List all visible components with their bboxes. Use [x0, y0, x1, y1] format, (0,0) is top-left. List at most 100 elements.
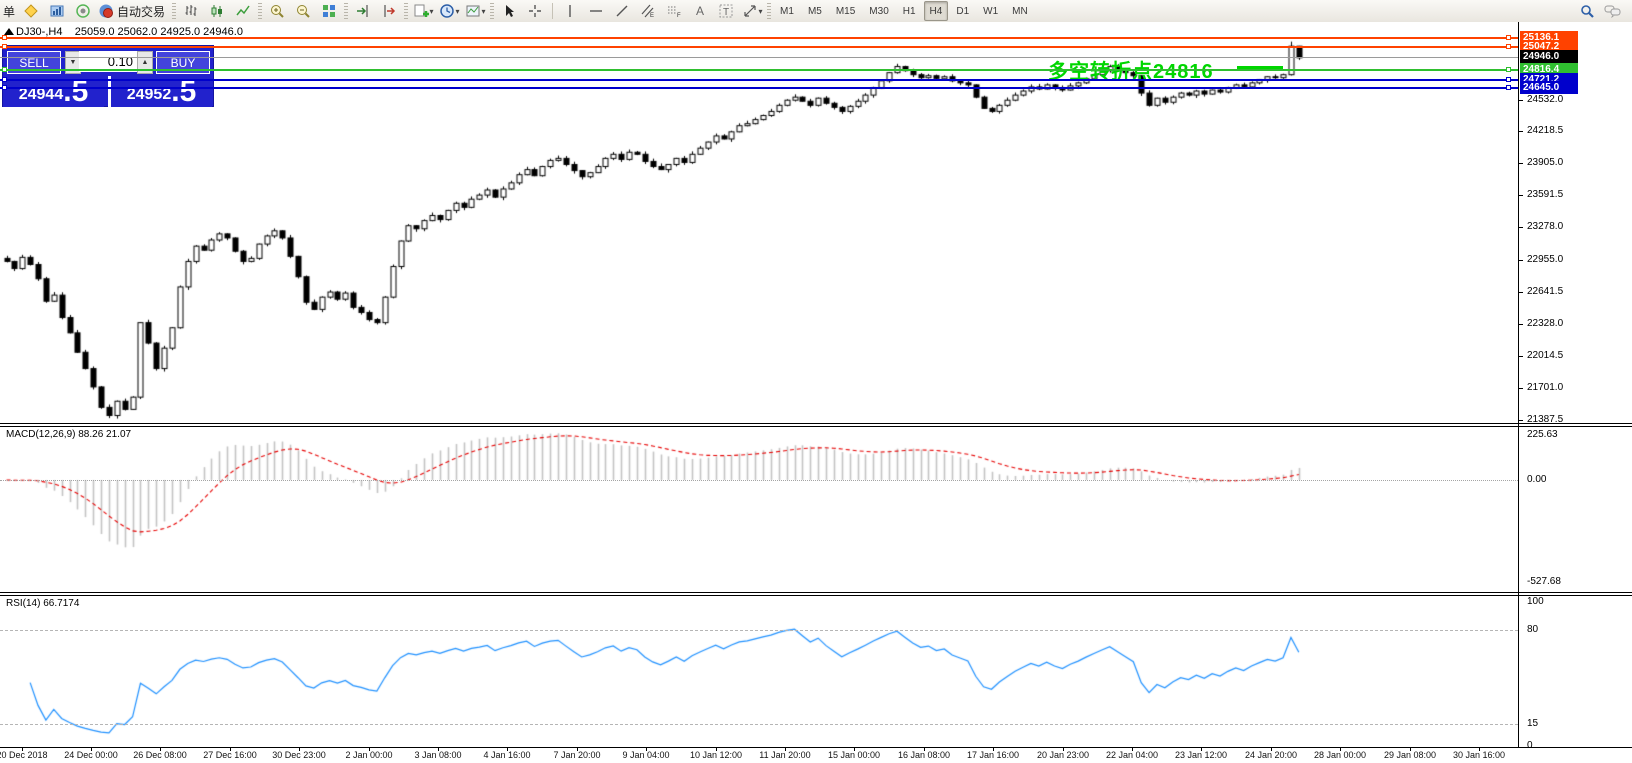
line-chart-icon: [235, 3, 251, 19]
cursor-button[interactable]: [496, 1, 522, 21]
timeframe-m15-button[interactable]: M15: [830, 1, 861, 21]
price-hline[interactable]: [0, 79, 1518, 81]
auto-scroll-button[interactable]: [350, 1, 376, 21]
macd-canvas[interactable]: [0, 428, 1518, 591]
time-axis-label[interactable]: 2 Jan 00:00: [345, 750, 392, 760]
time-axis-label[interactable]: 22 Jan 04:00: [1106, 750, 1158, 760]
equidistant-channel-button[interactable]: E: [635, 1, 661, 21]
time-axis-label[interactable]: 10 Jan 12:00: [690, 750, 742, 760]
signal-icon: [75, 3, 91, 19]
hline-endpoint-marker[interactable]: [2, 35, 7, 40]
time-axis-label[interactable]: 26 Dec 08:00: [133, 750, 187, 760]
time-axis-label[interactable]: 24 Jan 20:00: [1245, 750, 1297, 760]
time-axis-label[interactable]: 20 Dec 2018: [0, 750, 48, 760]
templates-button[interactable]: ▾: [462, 1, 488, 21]
chart-shift-button[interactable]: [376, 1, 402, 21]
time-axis-label[interactable]: 23 Jan 12:00: [1175, 750, 1227, 760]
time-axis-label[interactable]: 7 Jan 20:00: [553, 750, 600, 760]
timeframe-m5-button[interactable]: M5: [802, 1, 828, 21]
timeframe-m1-button[interactable]: M1: [774, 1, 800, 21]
hline-endpoint-marker[interactable]: [1506, 44, 1511, 49]
market-watch-button[interactable]: [18, 1, 44, 21]
price-hline[interactable]: [0, 46, 1518, 48]
chart-window-button[interactable]: [44, 1, 70, 21]
price-hline[interactable]: [0, 69, 1518, 71]
zoom-in-button[interactable]: [264, 1, 290, 21]
trendline-button[interactable]: [609, 1, 635, 21]
buy-price-fraction: 5: [179, 75, 197, 108]
signals-button[interactable]: [70, 1, 96, 21]
time-axis-label[interactable]: 30 Jan 16:00: [1453, 750, 1505, 760]
time-axis-label[interactable]: 20 Jan 23:00: [1037, 750, 1089, 760]
vertical-line-button[interactable]: [557, 1, 583, 21]
timeframe-m30-button[interactable]: M30: [863, 1, 894, 21]
fibonacci-button[interactable]: F: [661, 1, 687, 21]
hline-endpoint-marker[interactable]: [1506, 85, 1511, 90]
candlestick-chart-button[interactable]: [204, 1, 230, 21]
time-axis-label[interactable]: 9 Jan 04:00: [622, 750, 669, 760]
hline-endpoint-marker[interactable]: [2, 44, 7, 49]
label-t-icon: T: [718, 3, 734, 19]
chat-button[interactable]: [1600, 1, 1626, 21]
horizontal-line-button[interactable]: [583, 1, 609, 21]
price-axis-tick[interactable]: 22641.5: [1527, 286, 1563, 297]
search-button[interactable]: [1574, 1, 1600, 21]
time-axis-label[interactable]: 15 Jan 00:00: [828, 750, 880, 760]
new-chart-button[interactable]: ▾: [410, 1, 436, 21]
price-axis-tick[interactable]: 23278.0: [1527, 221, 1563, 232]
crosshair-button[interactable]: [522, 1, 548, 21]
time-axis-label[interactable]: 29 Jan 08:00: [1384, 750, 1436, 760]
pane-divider[interactable]: [0, 592, 1632, 593]
price-axis-tick[interactable]: 24532.0: [1527, 94, 1563, 105]
time-axis-label[interactable]: 24 Dec 00:00: [64, 750, 118, 760]
price-axis-tick[interactable]: 21701.0: [1527, 382, 1563, 393]
hline-endpoint-marker[interactable]: [2, 67, 7, 72]
timeframe-d1-button[interactable]: D1: [950, 1, 975, 21]
shapes-button[interactable]: ▾: [739, 1, 765, 21]
time-axis-label[interactable]: 17 Jan 16:00: [967, 750, 1019, 760]
price-axis-tick[interactable]: 21387.5: [1527, 414, 1563, 425]
tile-windows-button[interactable]: [316, 1, 342, 21]
line-chart-button[interactable]: [230, 1, 256, 21]
trendline-icon: [614, 3, 630, 19]
price-axis-tick[interactable]: 23905.0: [1527, 157, 1563, 168]
time-axis-label[interactable]: 3 Jan 08:00: [414, 750, 461, 760]
hline-endpoint-marker[interactable]: [1506, 77, 1511, 82]
hline-endpoint-marker[interactable]: [1506, 35, 1511, 40]
periods-button[interactable]: ▾: [436, 1, 462, 21]
time-axis-label[interactable]: 11 Jan 20:00: [759, 750, 810, 760]
time-axis-label[interactable]: 4 Jan 16:00: [483, 750, 530, 760]
price-hline[interactable]: [0, 87, 1518, 89]
candlestick-canvas[interactable]: [0, 40, 1518, 423]
bar-chart-button[interactable]: [178, 1, 204, 21]
price-axis-tick[interactable]: 22328.0: [1527, 318, 1563, 329]
rsi-label: RSI(14) 66.7174: [6, 598, 80, 609]
hline-endpoint-marker[interactable]: [2, 85, 7, 90]
time-axis-label[interactable]: 27 Dec 16:00: [203, 750, 257, 760]
price-axis-tick[interactable]: 22955.0: [1527, 254, 1563, 265]
timeframe-h4-button[interactable]: H4: [923, 1, 949, 21]
time-axis-label[interactable]: 28 Jan 00:00: [1314, 750, 1366, 760]
time-axis-label[interactable]: 30 Dec 23:00: [272, 750, 326, 760]
hline-endpoint-marker[interactable]: [2, 77, 7, 82]
macd-axis-min: -527.68: [1527, 576, 1561, 587]
price-axis-tick[interactable]: 23591.5: [1527, 189, 1563, 200]
pane-divider[interactable]: [0, 423, 1632, 424]
timeframe-w1-button[interactable]: W1: [977, 1, 1004, 21]
timeframe-h1-button[interactable]: H1: [897, 1, 922, 21]
price-axis-tick[interactable]: 22014.5: [1527, 350, 1563, 361]
text-label-button[interactable]: T: [713, 1, 739, 21]
svg-text:A: A: [696, 4, 704, 18]
text-button[interactable]: A: [687, 1, 713, 21]
timeframe-mn-button[interactable]: MN: [1006, 1, 1034, 21]
time-axis-border[interactable]: [0, 747, 1632, 748]
price-axis-tick[interactable]: 24218.5: [1527, 125, 1563, 136]
zoom-out-button[interactable]: [290, 1, 316, 21]
time-axis-label[interactable]: 16 Jan 08:00: [898, 750, 950, 760]
new-order-button[interactable]: 单: [0, 3, 18, 20]
autotrading-button[interactable]: 自动交易: [96, 1, 170, 21]
hline-endpoint-marker[interactable]: [1506, 67, 1511, 72]
pane-divider[interactable]: [0, 595, 1632, 596]
price-hline[interactable]: [0, 37, 1518, 39]
pane-divider[interactable]: [0, 426, 1632, 427]
